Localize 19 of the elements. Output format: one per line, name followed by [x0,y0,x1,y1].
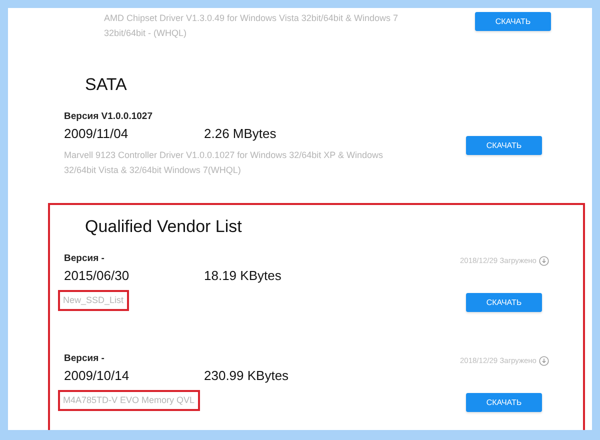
download-button[interactable]: СКАЧАТЬ [475,12,551,31]
file-size: 230.99 KBytes [204,368,289,385]
download-button[interactable]: СКАЧАТЬ [466,293,542,312]
download-icon[interactable] [539,256,550,266]
file-size: 18.19 KBytes [204,268,282,285]
section-heading: SATA [85,75,128,96]
download-button[interactable]: СКАЧАТЬ [466,136,542,155]
section-heading: Qualified Vendor List [85,217,243,238]
file-description: New_SSD_List [58,290,129,311]
version-label: Версия V1.0.0.1027 [64,111,154,124]
file-description: M4A785TD-V EVO Memory QVL [58,390,200,411]
release-date: 2009/10/14 [64,368,130,385]
download-button[interactable]: СКАЧАТЬ [466,393,542,412]
release-date: 2009/11/04 [64,126,130,143]
file-size: 2.26 MBytes [204,126,276,143]
release-date: 2015/06/30 [64,268,130,285]
download-icon[interactable] [539,356,550,366]
file-description: AMD Chipset Driver V1.3.0.49 for Windows Vista 32bit/64bit & Windows 7 32bit/64bit - (WHQL) [104,12,399,40]
file-description: Marvell 9123 Controller Driver V1.0.0.1027 for Windows 32/64bit XP & Windows 32/64bit Vista & 32/64bit Windows 7(WHQL) [64,149,384,177]
